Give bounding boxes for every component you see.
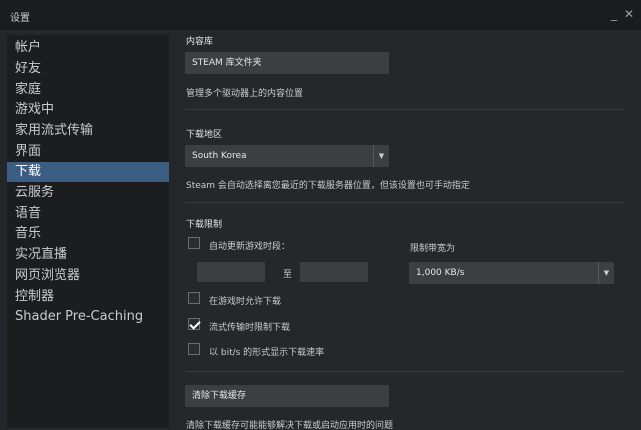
download-limits-heading: 下载限制: [186, 220, 223, 230]
sidebar-item-family[interactable]: 家庭: [7, 80, 169, 100]
throttle-while-streaming-checkbox[interactable]: [188, 318, 200, 330]
sidebar-item-cloud[interactable]: 云服务: [7, 183, 169, 203]
download-region-selected: South Korea: [192, 151, 247, 161]
section-divider: [185, 202, 625, 203]
title-bar: 设置 _ ✕: [0, 0, 641, 30]
allow-downloads-ingame-checkbox[interactable]: [188, 292, 200, 304]
show-bits-per-second-label: 以 bit/s 的形式显示下载速率: [209, 348, 325, 358]
sidebar-item-downloads[interactable]: 下载: [7, 162, 169, 182]
sidebar-item-voice[interactable]: 语音: [7, 204, 169, 224]
downloads-settings-panel: 内容库 STEAM 库文件夹 管理多个驱动器上的内容位置 下载地区 South …: [175, 30, 635, 430]
allow-downloads-ingame-label: 在游戏时允许下载: [209, 297, 282, 307]
throttle-while-streaming-label: 流式传输时限制下载: [209, 323, 291, 333]
clear-download-cache-button[interactable]: 清除下载缓存: [185, 385, 389, 407]
sidebar-item-in-game[interactable]: 游戏中: [7, 100, 169, 120]
sidebar-item-account[interactable]: 帐户: [7, 38, 169, 58]
sidebar-item-web-browser[interactable]: 网页浏览器: [7, 266, 169, 286]
auto-update-schedule-checkbox[interactable]: [188, 237, 200, 249]
bandwidth-limit-dropdown[interactable]: 1,000 KB/s ▼: [409, 262, 614, 284]
sidebar-item-friends[interactable]: 好友: [7, 59, 169, 79]
auto-update-end-time-input[interactable]: [300, 262, 368, 282]
download-region-heading: 下载地区: [186, 130, 223, 140]
auto-update-schedule-label: 自动更新游戏时段：: [209, 242, 291, 252]
sidebar-item-broadcasting[interactable]: 实况直播: [7, 245, 169, 265]
sidebar-item-music[interactable]: 音乐: [7, 224, 169, 244]
show-bits-per-second-checkbox[interactable]: [188, 343, 200, 355]
window-title: 设置: [10, 13, 30, 24]
minimize-button[interactable]: _: [607, 6, 621, 22]
sidebar-item-interface[interactable]: 界面: [7, 142, 169, 162]
chevron-down-icon: ▼: [373, 145, 389, 167]
clear-download-cache-description: 清除下载缓存可能能够解决下载或启动应用时的问题: [186, 421, 394, 430]
settings-sidebar: 帐户 好友 家庭 游戏中 家用流式传输 界面 下载 云服务 语音 音乐 实况直播…: [7, 35, 169, 428]
sidebar-item-shader-pre-caching[interactable]: Shader Pre-Caching: [7, 307, 169, 327]
sidebar-item-controller[interactable]: 控制器: [7, 287, 169, 307]
sidebar-item-remote-play[interactable]: 家用流式传输: [7, 121, 169, 141]
content-library-heading: 内容库: [186, 37, 214, 47]
section-divider: [185, 371, 625, 372]
auto-update-start-time-input[interactable]: [197, 262, 265, 282]
settings-window: 设置 _ ✕ 帐户 好友 家庭 游戏中 家用流式传输 界面 下载 云服务 语音 …: [0, 0, 641, 430]
bandwidth-limit-selected: 1,000 KB/s: [416, 268, 465, 278]
section-divider: [185, 109, 625, 110]
content-library-description: 管理多个驱动器上的内容位置: [186, 89, 304, 99]
download-region-description: Steam 会自动选择离您最近的下载服务器位置，但该设置也可手动指定: [186, 181, 470, 191]
to-label: 至: [283, 270, 293, 280]
bandwidth-limit-label: 限制带宽为: [410, 244, 456, 254]
download-region-dropdown[interactable]: South Korea ▼: [185, 145, 389, 167]
chevron-down-icon: ▼: [598, 262, 614, 284]
steam-library-folders-button[interactable]: STEAM 库文件夹: [185, 52, 389, 74]
close-button[interactable]: ✕: [622, 6, 636, 22]
